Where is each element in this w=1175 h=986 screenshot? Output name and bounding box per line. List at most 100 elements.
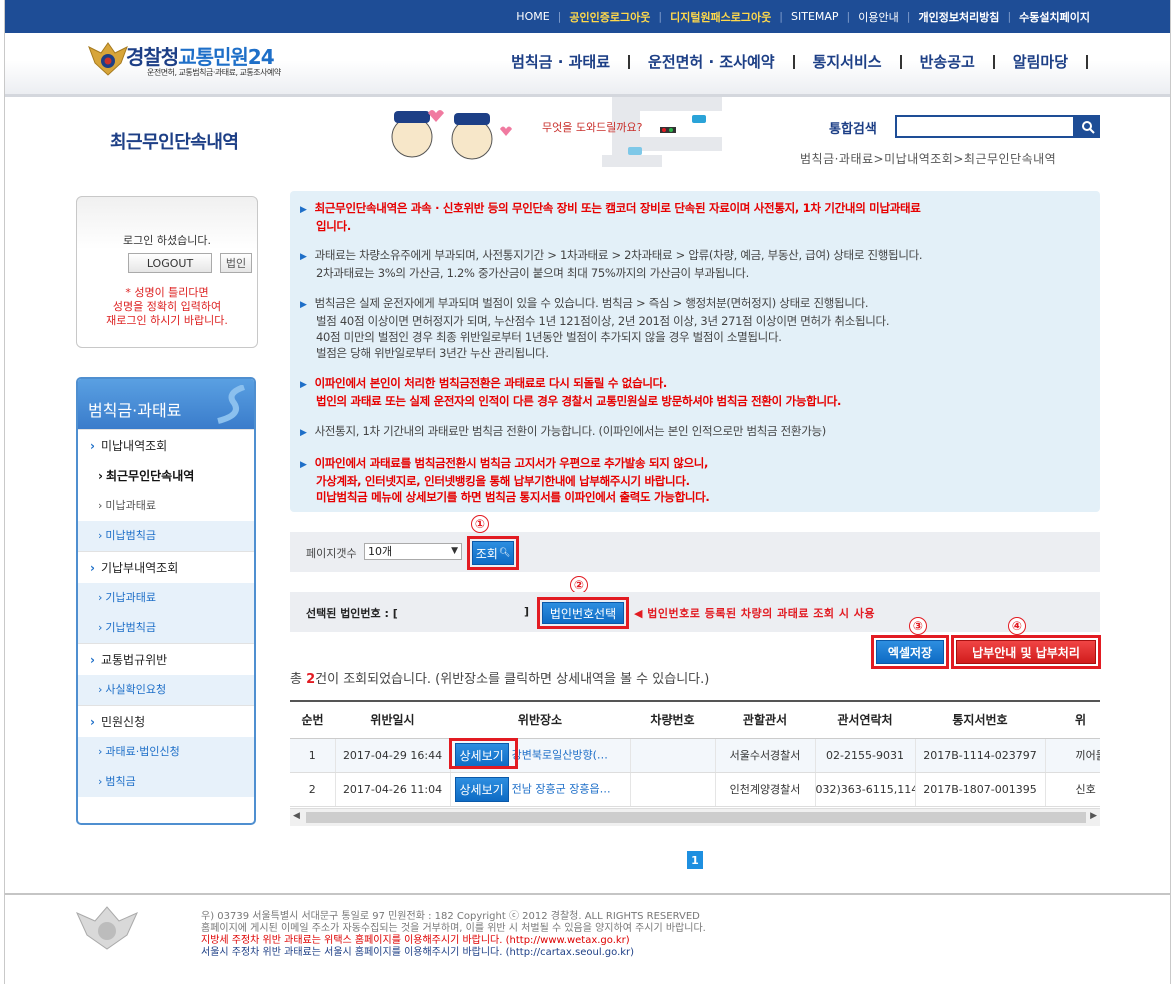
lnb-civil-request[interactable]: 민원신청 [78, 705, 254, 737]
scroll-right-icon[interactable]: ▶ [1090, 811, 1097, 821]
col-header-violation: 위 [1045, 702, 1100, 739]
search-icon: 🔍︎ [498, 548, 511, 558]
home-link[interactable]: HOME [508, 10, 557, 23]
login-status-text: 로그인 하셨습니다. [123, 234, 211, 247]
mascot-banner-icon: 무엇을 도와드릴까요? [391, 97, 722, 167]
cell-tel: 02-2155-9031 [815, 738, 916, 773]
col-header-no: 순번 [290, 702, 335, 739]
table-row: 1 2017-04-29 16:44 상세보기 강변북로일산방향(… 서울수서경찰… [290, 738, 1100, 773]
cell-no: 1 [290, 738, 336, 773]
page-count-label: 페이지갯수 [306, 547, 357, 560]
search-label: 통합검색 [829, 122, 877, 137]
cell-date: 2017-04-29 16:44 [335, 738, 451, 773]
col-header-tel: 관서연락처 [815, 702, 915, 739]
privacy-link[interactable]: 개인정보처리방침 [910, 9, 1007, 25]
corp-number-select-button[interactable]: 법인번호선택 [542, 602, 624, 624]
gnb-board[interactable]: 알림마당 [995, 51, 1086, 72]
police-emblem-grey-icon [76, 906, 138, 950]
cell-tel: 032)363-6115,114 [815, 772, 916, 807]
gnb-fines[interactable]: 범칙금 · 과태료 [493, 51, 628, 72]
cell-no: 2 [290, 772, 336, 807]
cell-violation: 신호 [1045, 772, 1100, 807]
lnb-unpaid-penalty[interactable]: 미납범칙금 [78, 521, 254, 551]
lnb-paid-penalty[interactable]: 기납범칙금 [78, 613, 254, 643]
highlight-frame [449, 738, 518, 769]
info-notice-box: ▶ 최근무인단속내역은 과속 · 신호위반 등의 무인단속 장비 또는 캠코더 장… [290, 191, 1100, 512]
lnb-paid-lookup[interactable]: 기납부내역조회 [78, 551, 254, 583]
chevron-down-icon: ▼ [451, 546, 458, 556]
site-logo-subtitle: 운전면허, 교통범칙금·과태료, 교통조사예약 [147, 68, 281, 77]
login-box: 로그인 하셨습니다. LOGOUT 법인 * 성명이 틀리다면 성명을 정확히 … [76, 196, 258, 348]
manual-install-link[interactable]: 수동설치페이지 [1011, 9, 1098, 25]
cell-violation: 끼어들 [1045, 738, 1100, 773]
gnb-license[interactable]: 운전면허 · 조사예약 [630, 51, 793, 72]
excel-save-button[interactable]: 엑셀저장 [876, 640, 944, 664]
col-header-place: 위반장소 [450, 702, 630, 739]
lnb-fact-check[interactable]: 사실확인요청 [78, 675, 254, 705]
logout-button[interactable]: LOGOUT [128, 253, 212, 273]
nav-wave-icon [217, 385, 246, 424]
global-nav: 범칙금 · 과태료 운전면허 · 조사예약 통지서비스 반송공고 알림마당 [493, 51, 1088, 72]
site-logo-title[interactable]: 경찰청교통민원24 [126, 41, 275, 70]
guide-link[interactable]: 이용안내 [850, 9, 906, 25]
banner-help-text: 무엇을 도와드릴까요? [542, 121, 643, 134]
lnb-fine-corp-request[interactable]: 과태료·법인신청 [78, 737, 254, 767]
cert-logout-link[interactable]: 공인인증로그아웃 [561, 9, 658, 25]
lnb-penalty[interactable]: 범칙금 [78, 767, 254, 797]
col-header-date: 위반일시 [335, 702, 450, 739]
cell-notice: 2017B-1807-001395 [915, 772, 1046, 807]
info-item: ▶ 이파인에서 과태료를 범칙금전환시 범칙금 고지서가 우편으로 추가발송 되지… [300, 456, 710, 504]
gnb-return-notice[interactable]: 반송공고 [902, 51, 993, 72]
scroll-left-icon[interactable]: ◀ [293, 811, 300, 821]
table-row: 2 2017-04-26 11:04 상세보기 전남 장흥군 장흥읍… 인천계양경… [290, 772, 1100, 807]
cell-office: 인천계양경찰서 [715, 772, 816, 807]
lnb-violation[interactable]: 교통법규위반 [78, 643, 254, 675]
top-utility-bar: HOME | 공인인증로그아웃 | 디지털원패스로그아웃 | SITEMAP | 이용안… [5, 0, 1170, 33]
lnb-unpaid-fine[interactable]: 미납과태료 [78, 491, 254, 521]
detail-button[interactable]: 상세보기 [454, 776, 509, 802]
corp-number-label: 선택된 법인번호 : [ [306, 607, 398, 620]
left-nav-title: 범칙금·과태료 [78, 379, 254, 429]
callout-1: ① [471, 515, 489, 533]
page-count-select[interactable]: 10개 ▼ [364, 543, 462, 560]
info-item: ▶ 사전통지, 1차 기간내의 과태료만 범칙금 전환이 가능합니다. (이파인에… [300, 424, 826, 438]
police-emblem-icon[interactable] [87, 39, 129, 79]
col-header-car: 차량번호 [630, 702, 715, 739]
table-horizontal-scrollbar[interactable]: ◀ ▶ [290, 808, 1100, 826]
footer-text: 우) 03739 서울특별시 서대문구 통일로 97 민원전화 : 182 Co… [201, 911, 706, 958]
cell-place[interactable]: 상세보기 전남 장흥군 장흥읍… [450, 772, 631, 807]
search-input[interactable] [895, 115, 1075, 138]
search-button[interactable] [1075, 115, 1100, 138]
col-header-notice: 통지서번호 [915, 702, 1045, 739]
cell-office: 서울수서경찰서 [715, 738, 816, 773]
page-count-bar: 페이지갯수 10개 ▼ [290, 532, 1100, 572]
result-count: 총 2건이 조회되었습니다. (위반장소를 클릭하면 상세내역을 볼 수 있습니… [290, 672, 710, 687]
digital-logout-link[interactable]: 디지털원패스로그아웃 [662, 9, 779, 25]
scroll-thumb[interactable] [306, 812, 1086, 823]
info-item: ▶ 범칙금은 실제 운전자에게 부과되며 벌점이 있을 수 있습니다. 범칙금 >… [300, 296, 890, 360]
gnb-notice-service[interactable]: 통지서비스 [795, 51, 900, 72]
col-header-office: 관할관서 [715, 702, 815, 739]
corp-number-bracket: ] [524, 605, 530, 618]
pagination-current-page[interactable]: 1 [687, 851, 703, 869]
corp-button[interactable]: 법인 [220, 253, 252, 273]
corp-number-note: ◀ 법인번호로 등록된 차량의 과태료 조회 시 사용 [634, 607, 876, 620]
left-nav: 범칙금·과태료 미납내역조회 최근무인단속내역 미납과태료 미납범칙금 기납부내… [76, 377, 256, 825]
query-button[interactable]: 조회 🔍︎ [472, 541, 514, 565]
search-icon [1081, 120, 1095, 134]
cell-date: 2017-04-26 11:04 [335, 772, 451, 807]
info-item: ▶ 이파인에서 본인이 처리한 범칙금전환은 과태료로 다시 되돌릴 수 없습니다… [300, 376, 842, 408]
callout-4: ④ [1008, 617, 1026, 635]
lnb-unpaid-lookup[interactable]: 미납내역조회 [78, 429, 254, 461]
cell-car [630, 738, 716, 773]
cell-car [630, 772, 716, 807]
sitemap-link[interactable]: SITEMAP [783, 10, 847, 23]
info-item: ▶ 최근무인단속내역은 과속 · 신호위반 등의 무인단속 장비 또는 캠코더 장… [300, 201, 921, 233]
lnb-paid-fine[interactable]: 기납과태료 [78, 583, 254, 613]
payment-button[interactable]: 납부안내 및 납부처리 [956, 640, 1096, 664]
breadcrumb: 범칙금·과태료>미납내역조회>최근무인단속내역 [800, 152, 1057, 166]
callout-3: ③ [909, 617, 927, 635]
lnb-recent-enforcement[interactable]: 최근무인단속내역 [78, 461, 254, 491]
cell-notice: 2017B-1114-023797 [915, 738, 1046, 773]
site-header: 경찰청교통민원24 운전면허, 교통범칙금·과태료, 교통조사예약 범칙금 · … [5, 33, 1170, 97]
